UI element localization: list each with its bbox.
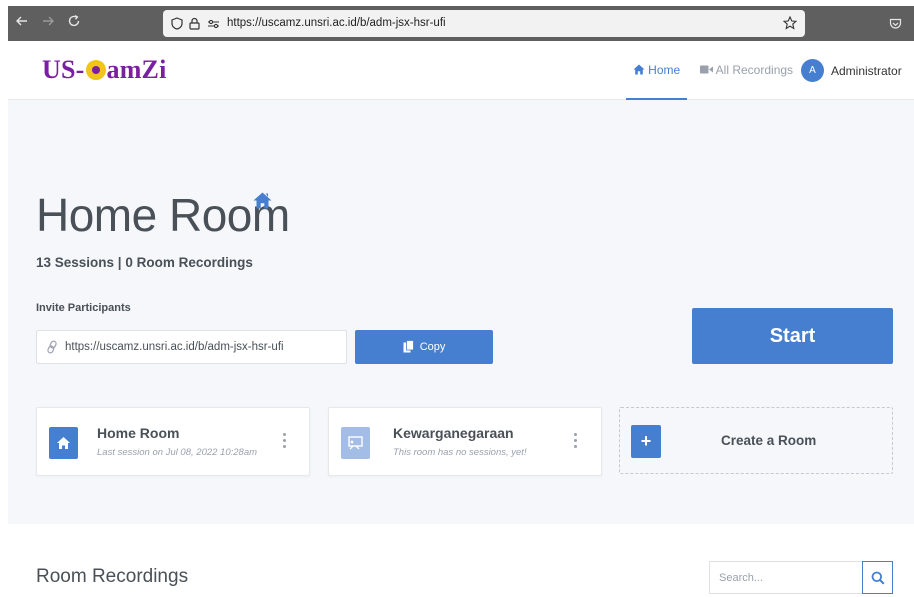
address-bar[interactable]: https://uscamz.unsri.ac.id/b/adm-jsx-hsr… xyxy=(163,10,805,37)
room-card-home[interactable]: Home Room Last session on Jul 08, 2022 1… xyxy=(36,407,310,476)
room-card-icon-box xyxy=(341,427,370,459)
url-text[interactable]: https://uscamz.unsri.ac.id/b/adm-jsx-hsr… xyxy=(227,10,446,37)
kebab-menu-icon[interactable] xyxy=(574,433,580,451)
create-room-card[interactable]: + Create a Room xyxy=(619,407,893,474)
recordings-title: Room Recordings xyxy=(36,566,189,587)
lock-icon[interactable] xyxy=(189,10,200,37)
url-host: https://uscamz.unsri.ac.id xyxy=(227,17,357,29)
back-arrow-icon[interactable] xyxy=(12,6,32,41)
invite-url-field[interactable] xyxy=(36,330,347,364)
invite-label: Invite Participants xyxy=(36,302,131,314)
page-title: Home Room xyxy=(36,189,290,241)
room-stats: 13 Sessions | 0 Room Recordings xyxy=(36,255,253,270)
search-button[interactable] xyxy=(862,561,893,594)
room-card-kewarganegaraan[interactable]: Kewarganegaraan This room has no session… xyxy=(328,407,602,476)
home-icon xyxy=(633,64,645,75)
search-icon xyxy=(871,571,885,585)
logo-prefix: US- xyxy=(42,55,85,84)
room-card-title: Kewarganegaraan xyxy=(393,425,514,441)
presentation-icon xyxy=(348,436,363,450)
kebab-menu-icon[interactable] xyxy=(283,433,289,451)
room-card-icon-box xyxy=(49,427,78,459)
invite-url-input[interactable] xyxy=(65,331,343,363)
permissions-icon[interactable] xyxy=(207,10,220,37)
room-card-subtitle: Last session on Jul 08, 2022 10:28am xyxy=(97,447,258,458)
nav-recordings-label: All Recordings xyxy=(715,63,794,77)
user-name[interactable]: Administrator xyxy=(831,41,902,100)
forward-arrow-icon[interactable] xyxy=(38,6,58,41)
copy-button[interactable]: Copy xyxy=(355,330,493,364)
room-card-title: Home Room xyxy=(97,425,180,441)
home-icon xyxy=(57,437,70,449)
shield-icon[interactable] xyxy=(171,10,183,37)
nav-all-recordings[interactable]: All Recordings xyxy=(700,41,793,100)
pocket-icon[interactable] xyxy=(889,6,902,41)
avatar[interactable]: A xyxy=(801,59,824,82)
room-card-subtitle: This room has no sessions, yet! xyxy=(393,447,527,458)
nav-home-label: Home xyxy=(648,63,681,77)
logo-suffix: amZi xyxy=(106,55,167,84)
create-room-label: Create a Room xyxy=(721,433,817,448)
home-icon xyxy=(253,192,272,209)
url-path: /b/adm-jsx-hsr-ufi xyxy=(356,17,446,29)
camera-lens-icon xyxy=(85,60,106,80)
browser-toolbar: https://uscamz.unsri.ac.id/b/adm-jsx-hsr… xyxy=(8,6,914,41)
plus-icon: + xyxy=(631,425,661,458)
link-icon xyxy=(47,340,57,354)
start-button[interactable]: Start xyxy=(692,308,893,364)
nav-home[interactable]: Home xyxy=(626,41,687,100)
copy-button-label: Copy xyxy=(419,341,446,353)
copy-icon xyxy=(403,340,414,353)
logo[interactable]: US-amZi xyxy=(42,55,167,85)
app-header: US-amZi Home All Recordings A Administra… xyxy=(8,41,914,100)
search-input[interactable] xyxy=(709,561,863,594)
star-icon[interactable] xyxy=(782,10,798,37)
video-camera-icon xyxy=(700,65,713,74)
reload-icon[interactable] xyxy=(64,6,84,41)
